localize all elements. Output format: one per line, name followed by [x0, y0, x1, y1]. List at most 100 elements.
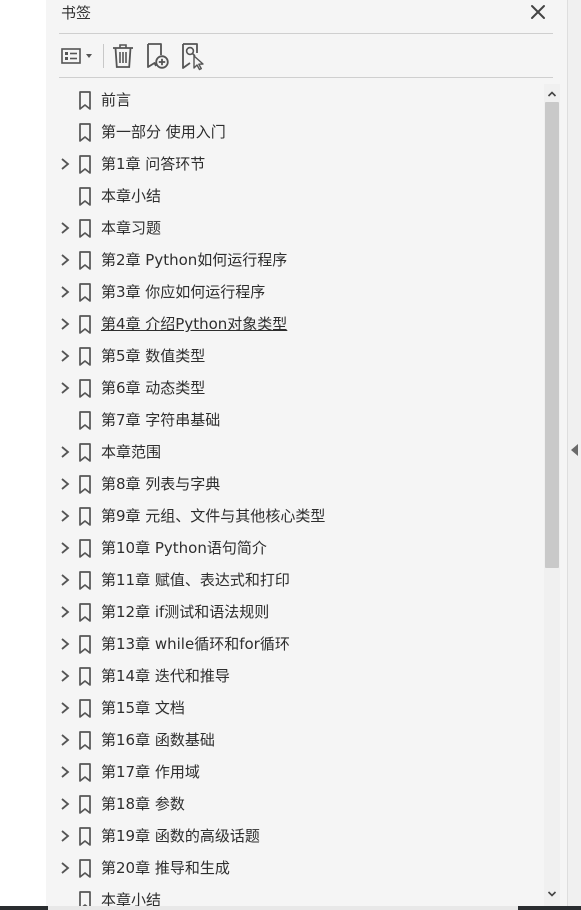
bookmark-icon: [79, 475, 91, 494]
bookmark-label: 第一部分 使用入门: [101, 123, 226, 141]
bookmark-item[interactable]: 本章范围: [59, 436, 531, 468]
bookmark-label: 第9章 元组、文件与其他核心类型: [101, 507, 326, 525]
bookmark-icon: [79, 539, 91, 558]
bookmark-icon: [79, 379, 91, 398]
close-button[interactable]: [528, 2, 548, 22]
panel-title: 书签: [61, 4, 92, 22]
chevron-right-icon[interactable]: [59, 701, 71, 715]
bookmark-item[interactable]: 第8章 列表与字典: [59, 468, 531, 500]
bookmark-item[interactable]: 第12章 if测试和语法规则: [59, 596, 531, 628]
delete-bookmark-button[interactable]: [110, 41, 136, 71]
bookmark-item[interactable]: 第1章 问答环节: [59, 148, 531, 180]
bookmark-item[interactable]: 本章小结: [59, 884, 531, 906]
scroll-thumb[interactable]: [545, 102, 559, 568]
bookmark-icon: [79, 827, 91, 846]
collapse-arrow-icon: [571, 444, 578, 456]
chevron-right-icon[interactable]: [59, 253, 71, 267]
chevron-right-icon[interactable]: [59, 541, 71, 555]
bookmark-item[interactable]: 第一部分 使用入门: [59, 116, 531, 148]
find-current-bookmark-button[interactable]: [179, 41, 207, 71]
bookmark-icon: [79, 443, 91, 462]
bookmark-item[interactable]: 第10章 Python语句简介: [59, 532, 531, 564]
chevron-right-icon[interactable]: [59, 509, 71, 523]
bookmark-item[interactable]: 第14章 迭代和推导: [59, 660, 531, 692]
close-icon: [531, 5, 545, 19]
scroll-down-icon: [547, 891, 557, 897]
chevron-right-icon[interactable]: [59, 669, 71, 683]
bookmark-item[interactable]: 第7章 字符串基础: [59, 404, 531, 436]
bookmark-item[interactable]: 第15章 文档: [59, 692, 531, 724]
chevron-right-icon[interactable]: [59, 157, 71, 171]
bookmark-item[interactable]: 第5章 数值类型: [59, 340, 531, 372]
chevron-right-icon[interactable]: [59, 861, 71, 875]
bookmark-item[interactable]: 本章习题: [59, 212, 531, 244]
bookmark-icon: [79, 795, 91, 814]
bookmark-icon: [79, 731, 91, 750]
bookmark-label: 第3章 你应如何运行程序: [101, 283, 266, 301]
scrollbar[interactable]: [544, 84, 560, 906]
chevron-right-icon[interactable]: [59, 285, 71, 299]
bookmark-item[interactable]: 第17章 作用域: [59, 756, 531, 788]
bookmark-label: 本章小结: [101, 891, 162, 906]
status-bar-segment: [48, 906, 518, 910]
bookmark-icon: [79, 699, 91, 718]
chevron-right-icon[interactable]: [59, 765, 71, 779]
bookmark-item[interactable]: 第3章 你应如何运行程序: [59, 276, 531, 308]
chevron-right-icon[interactable]: [59, 605, 71, 619]
bookmark-item[interactable]: 第16章 函数基础: [59, 724, 531, 756]
bookmark-item[interactable]: 本章小结: [59, 180, 531, 212]
bookmark-icon: [79, 155, 91, 174]
panel-collapse-strip[interactable]: [567, 0, 581, 910]
bookmark-label: 第19章 函数的高级话题: [101, 827, 260, 845]
new-bookmark-button[interactable]: [144, 41, 172, 71]
bookmark-item[interactable]: 第4章 介绍Python对象类型: [59, 308, 531, 340]
chevron-right-icon[interactable]: [59, 637, 71, 651]
bookmark-icon: [79, 283, 91, 302]
bookmark-item[interactable]: 第6章 动态类型: [59, 372, 531, 404]
chevron-right-icon[interactable]: [59, 829, 71, 843]
chevron-right-icon[interactable]: [59, 349, 71, 363]
bookmark-icon: [79, 507, 91, 526]
bookmark-list: 前言 第一部分 使用入门 第1章 问答环节 本章小结 本章习题 第2章 Python如何运…: [59, 84, 531, 906]
scroll-down-button[interactable]: [544, 886, 560, 900]
chevron-right-icon[interactable]: [59, 381, 71, 395]
bookmark-label: 本章习题: [101, 219, 162, 237]
chevron-right-icon[interactable]: [59, 445, 71, 459]
bookmark-item[interactable]: 第9章 元组、文件与其他核心类型: [59, 500, 531, 532]
chevron-right-icon[interactable]: [59, 733, 71, 747]
bookmark-item[interactable]: 第18章 参数: [59, 788, 531, 820]
bookmark-item[interactable]: 第13章 while循环和for循环: [59, 628, 531, 660]
bookmark-label: 第11章 赋值、表达式和打印: [101, 571, 290, 589]
bookmarks-panel: 书签 前言 第一部分 使用入门 第1章 问答环节 本章小结 本章习题 第2章 P…: [46, 0, 567, 906]
bookmark-icon: [79, 891, 91, 906]
bookmark-item[interactable]: 第19章 函数的高级话题: [59, 820, 531, 852]
bookmark-label: 第16章 函数基础: [101, 731, 215, 749]
list-options-icon: [61, 48, 92, 64]
chevron-right-icon[interactable]: [59, 573, 71, 587]
bookmark-icon: [79, 411, 91, 430]
bookmark-label: 第18章 参数: [101, 795, 185, 813]
chevron-right-icon[interactable]: [59, 317, 71, 331]
bookmark-item[interactable]: 第20章 推导和生成: [59, 852, 531, 884]
bookmark-label: 第6章 动态类型: [101, 379, 206, 397]
bookmark-icon: [79, 635, 91, 654]
bookmark-label: 本章小结: [101, 187, 162, 205]
bookmark-icon: [79, 859, 91, 878]
bookmark-item[interactable]: 第11章 赋值、表达式和打印: [59, 564, 531, 596]
options-menu-button[interactable]: [59, 41, 97, 71]
bookmark-item[interactable]: 前言: [59, 84, 531, 116]
header-divider: [59, 33, 553, 34]
scroll-up-button[interactable]: [544, 86, 560, 100]
bookmark-label: 第15章 文档: [101, 699, 185, 717]
bookmark-icon: [79, 763, 91, 782]
bookmark-icon: [79, 187, 91, 206]
bookmark-label: 本章范围: [101, 443, 162, 461]
chevron-right-icon[interactable]: [59, 797, 71, 811]
chevron-right-icon[interactable]: [59, 477, 71, 491]
bookmark-label: 第20章 推导和生成: [101, 859, 230, 877]
bookmark-label: 第1章 问答环节: [101, 155, 206, 173]
bookmark-label: 第8章 列表与字典: [101, 475, 221, 493]
bookmark-item[interactable]: 第2章 Python如何运行程序: [59, 244, 531, 276]
chevron-right-icon[interactable]: [59, 221, 71, 235]
bookmark-label: 第5章 数值类型: [101, 347, 206, 365]
